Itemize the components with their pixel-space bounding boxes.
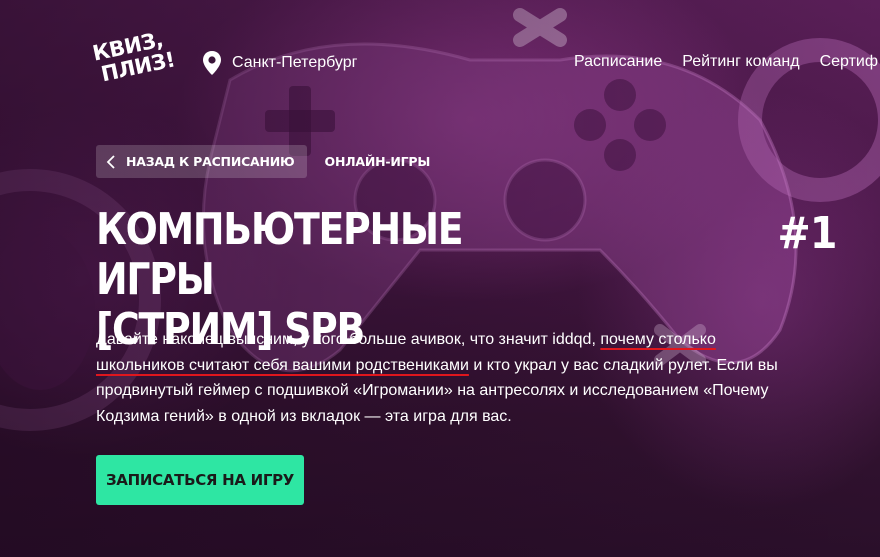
city-name: Санкт-Петербург <box>232 54 358 71</box>
description-highlight-tail: и <box>459 356 469 374</box>
game-description: Давайте наконец выясним, у кого больше а… <box>96 327 796 429</box>
nav-item-schedule[interactable]: Расписание <box>574 53 662 71</box>
category-label[interactable]: ОНЛАЙН-ИГРЫ <box>325 154 431 169</box>
register-button[interactable]: ЗАПИСАТЬСЯ НА ИГРУ <box>96 455 304 505</box>
chevron-left-icon <box>106 154 115 169</box>
map-pin-icon <box>203 51 221 75</box>
nav-item-team-rating[interactable]: Рейтинг команд <box>682 53 799 71</box>
description-part-1: Давайте наконец выясним, у кого больше а… <box>96 331 601 348</box>
game-number: #1 <box>777 208 837 259</box>
nav-item-certificates[interactable]: Сертиф <box>820 53 878 71</box>
main-nav: Расписание Рейтинг команд Сертиф <box>574 53 878 71</box>
back-label: НАЗАД К РАСПИСАНИЮ <box>126 154 295 169</box>
game-title-line-1: КОМПЬЮТЕРНЫЕ ИГРЫ <box>96 204 464 305</box>
back-to-schedule-button[interactable]: НАЗАД К РАСПИСАНИЮ <box>96 145 307 178</box>
city-selector[interactable]: Санкт-Петербург <box>202 50 357 76</box>
breadcrumb: НАЗАД К РАСПИСАНИЮ ОНЛАЙН-ИГРЫ <box>96 145 430 178</box>
